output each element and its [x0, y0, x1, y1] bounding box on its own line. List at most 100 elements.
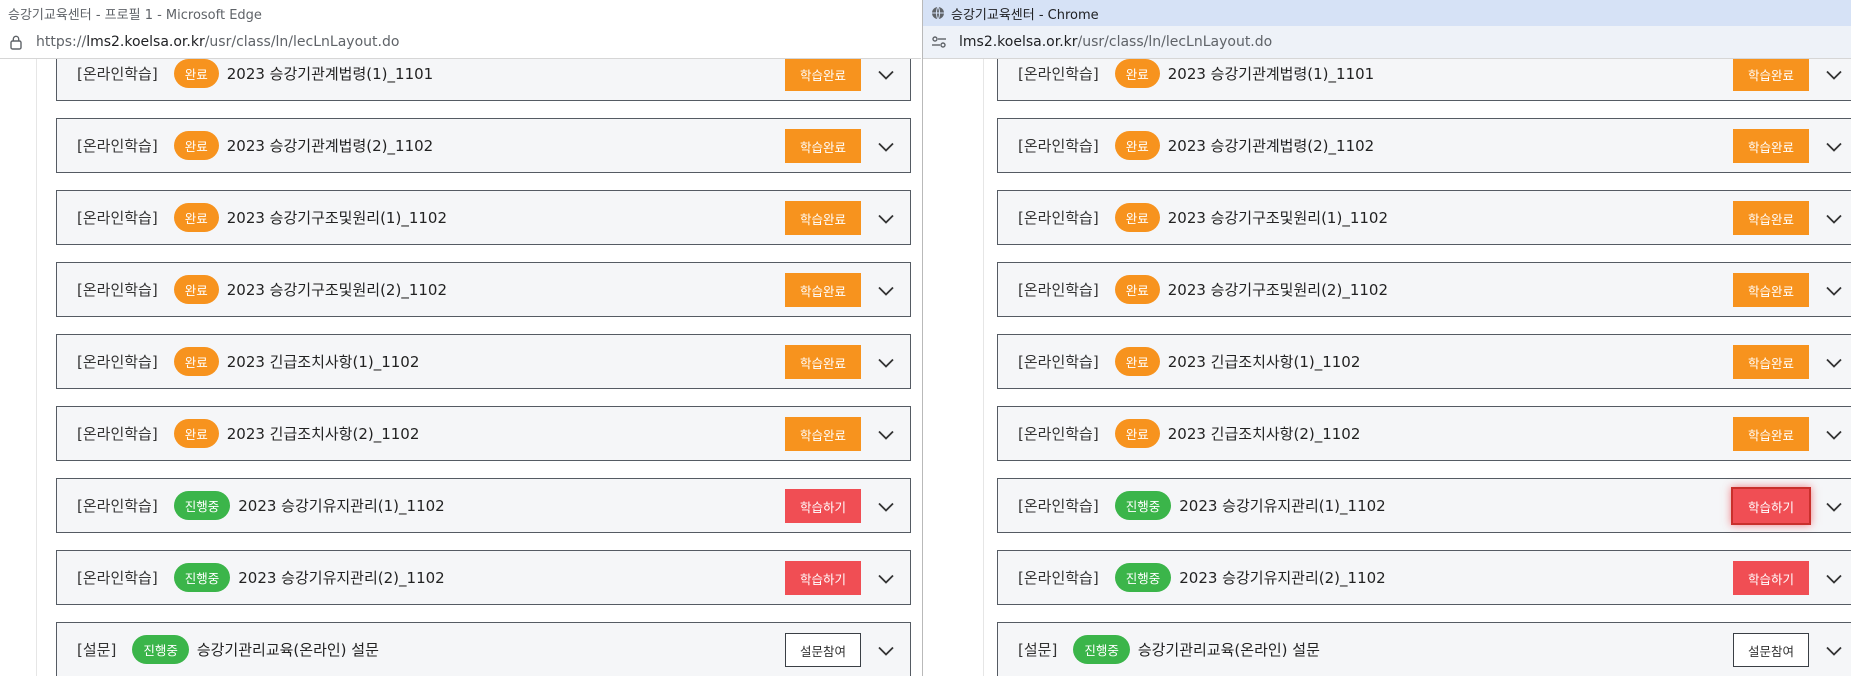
course-category: [온라인학습]	[1018, 497, 1099, 515]
course-row[interactable]: [설문] 진행중 승강기관리교육(온라인) 설문 설문참여	[56, 622, 911, 676]
course-title[interactable]: 2023 승강기유지관리(1)_1102	[1179, 495, 1385, 516]
course-action-button[interactable]: 학습완료	[1733, 201, 1809, 235]
course-title[interactable]: 2023 승강기유지관리(1)_1102	[238, 495, 444, 516]
course-action-button[interactable]: 학습하기	[1733, 561, 1809, 595]
globe-icon	[931, 6, 945, 20]
course-action-button[interactable]: 학습완료	[785, 345, 861, 379]
chrome-address-bar[interactable]: lms2.koelsa.or.kr/usr/class/ln/lecLnLayo…	[923, 26, 1851, 59]
course-title[interactable]: 2023 승강기관계법령(2)_1102	[1168, 135, 1374, 156]
course-row[interactable]: [온라인학습] 완료 2023 승강기관계법령(1)_1101 학습완료	[997, 59, 1851, 101]
page-divider	[983, 59, 984, 676]
course-action-button[interactable]: 학습완료	[1733, 59, 1809, 91]
lock-icon[interactable]	[8, 34, 24, 50]
course-category: [온라인학습]	[1018, 137, 1099, 155]
course-title[interactable]: 2023 긴급조치사항(1)_1102	[227, 351, 420, 372]
course-title[interactable]: 2023 승강기관계법령(1)_1101	[1168, 63, 1374, 84]
status-badge: 진행중	[132, 635, 189, 664]
chevron-down-icon[interactable]	[876, 209, 896, 229]
course-title[interactable]: 2023 승강기유지관리(2)_1102	[1179, 567, 1385, 588]
status-badge: 진행중	[1114, 563, 1172, 592]
chevron-down-icon[interactable]	[876, 65, 896, 85]
course-title[interactable]: 승강기관리교육(온라인) 설문	[1138, 639, 1320, 660]
status-badge: 완료	[1114, 347, 1160, 376]
course-category: [온라인학습]	[1018, 569, 1099, 587]
course-category: [온라인학습]	[1018, 281, 1099, 299]
chevron-down-icon[interactable]	[1824, 65, 1844, 85]
course-category: [온라인학습]	[77, 425, 158, 443]
course-action-button[interactable]: 학습완료	[1733, 417, 1809, 451]
chevron-down-icon[interactable]	[1824, 137, 1844, 157]
course-title[interactable]: 2023 승강기관계법령(1)_1101	[227, 63, 433, 84]
course-row[interactable]: [온라인학습] 진행중 2023 승강기유지관리(1)_1102 학습하기	[56, 478, 911, 533]
edge-window: 승강기교육센터 - 프로필 1 - Microsoft Edge https:/…	[0, 0, 921, 676]
course-action-button[interactable]: 학습하기	[785, 489, 861, 523]
course-category: [설문]	[77, 641, 117, 659]
status-badge: 진행중	[1073, 635, 1130, 664]
course-title[interactable]: 승강기관리교육(온라인) 설문	[197, 639, 379, 660]
status-badge: 완료	[173, 419, 219, 448]
chevron-down-icon[interactable]	[876, 425, 896, 445]
course-row[interactable]: [온라인학습] 완료 2023 긴급조치사항(2)_1102 학습완료	[997, 406, 1851, 461]
course-action-button[interactable]: 학습완료	[785, 417, 861, 451]
course-action-button[interactable]: 학습완료	[1733, 345, 1809, 379]
edge-address-bar[interactable]: https://lms2.koelsa.or.kr/usr/class/ln/l…	[0, 26, 921, 59]
chevron-down-icon[interactable]	[1824, 497, 1844, 517]
url-text[interactable]: https://lms2.koelsa.or.kr/usr/class/ln/l…	[36, 34, 399, 50]
course-row[interactable]: [온라인학습] 진행중 2023 승강기유지관리(1)_1102 학습하기	[997, 478, 1851, 533]
chevron-down-icon[interactable]	[1824, 353, 1844, 373]
course-title[interactable]: 2023 승강기구조및원리(1)_1102	[227, 207, 447, 228]
course-title[interactable]: 2023 승강기구조및원리(2)_1102	[1168, 279, 1388, 300]
chevron-down-icon[interactable]	[1824, 209, 1844, 229]
course-action-button[interactable]: 학습완료	[1733, 273, 1809, 307]
course-title[interactable]: 2023 승강기유지관리(2)_1102	[238, 567, 444, 588]
chevron-down-icon[interactable]	[876, 569, 896, 589]
course-action-button[interactable]: 학습완료	[1733, 129, 1809, 163]
course-row[interactable]: [온라인학습] 완료 2023 긴급조치사항(2)_1102 학습완료	[56, 406, 911, 461]
chevron-down-icon[interactable]	[876, 353, 896, 373]
course-row[interactable]: [온라인학습] 진행중 2023 승강기유지관리(2)_1102 학습하기	[56, 550, 911, 605]
course-action-button[interactable]: 설문참여	[785, 633, 861, 667]
status-badge: 완료	[1114, 131, 1160, 160]
course-row[interactable]: [온라인학습] 완료 2023 승강기관계법령(2)_1102 학습완료	[56, 118, 911, 173]
course-action-button[interactable]: 학습완료	[785, 129, 861, 163]
chevron-down-icon[interactable]	[876, 641, 896, 661]
course-row[interactable]: [온라인학습] 완료 2023 승강기관계법령(2)_1102 학습완료	[997, 118, 1851, 173]
site-settings-icon[interactable]	[931, 34, 947, 50]
course-title[interactable]: 2023 승강기구조및원리(1)_1102	[1168, 207, 1388, 228]
course-title[interactable]: 2023 승강기구조및원리(2)_1102	[227, 279, 447, 300]
chevron-down-icon[interactable]	[876, 137, 896, 157]
course-row[interactable]: [온라인학습] 완료 2023 승강기구조및원리(2)_1102 학습완료	[56, 262, 911, 317]
chevron-down-icon[interactable]	[1824, 641, 1844, 661]
status-badge: 완료	[1114, 203, 1160, 232]
course-category: [설문]	[1018, 641, 1058, 659]
url-text[interactable]: lms2.koelsa.or.kr/usr/class/ln/lecLnLayo…	[959, 34, 1272, 50]
chevron-down-icon[interactable]	[1824, 569, 1844, 589]
course-row[interactable]: [온라인학습] 완료 2023 승강기구조및원리(1)_1102 학습완료	[997, 190, 1851, 245]
course-action-button[interactable]: 설문참여	[1733, 633, 1809, 667]
course-title[interactable]: 2023 긴급조치사항(1)_1102	[1168, 351, 1361, 372]
course-row[interactable]: [온라인학습] 완료 2023 승강기관계법령(1)_1101 학습완료	[56, 59, 911, 101]
chevron-down-icon[interactable]	[1824, 425, 1844, 445]
chrome-page-content: [온라인학습] 완료 2023 승강기관계법령(1)_1101 학습완료 [온라…	[923, 59, 1851, 676]
course-action-button[interactable]: 학습완료	[785, 201, 861, 235]
chevron-down-icon[interactable]	[1824, 281, 1844, 301]
status-badge: 완료	[173, 131, 219, 160]
chevron-down-icon[interactable]	[876, 497, 896, 517]
course-title[interactable]: 2023 긴급조치사항(2)_1102	[227, 423, 420, 444]
course-action-button[interactable]: 학습하기	[785, 561, 861, 595]
course-action-button[interactable]: 학습완료	[785, 59, 861, 91]
course-row[interactable]: [설문] 진행중 승강기관리교육(온라인) 설문 설문참여	[997, 622, 1851, 676]
course-category: [온라인학습]	[1018, 209, 1099, 227]
course-list: [온라인학습] 완료 2023 승강기관계법령(1)_1101 학습완료 [온라…	[997, 59, 1851, 676]
course-category: [온라인학습]	[77, 569, 158, 587]
course-title[interactable]: 2023 승강기관계법령(2)_1102	[227, 135, 433, 156]
course-action-button[interactable]: 학습완료	[785, 273, 861, 307]
course-row[interactable]: [온라인학습] 완료 2023 승강기구조및원리(1)_1102 학습완료	[56, 190, 911, 245]
course-row[interactable]: [온라인학습] 완료 2023 긴급조치사항(1)_1102 학습완료	[56, 334, 911, 389]
course-row[interactable]: [온라인학습] 진행중 2023 승강기유지관리(2)_1102 학습하기	[997, 550, 1851, 605]
chevron-down-icon[interactable]	[876, 281, 896, 301]
course-title[interactable]: 2023 긴급조치사항(2)_1102	[1168, 423, 1361, 444]
course-row[interactable]: [온라인학습] 완료 2023 긴급조치사항(1)_1102 학습완료	[997, 334, 1851, 389]
course-action-button[interactable]: 학습하기	[1733, 489, 1809, 523]
course-row[interactable]: [온라인학습] 완료 2023 승강기구조및원리(2)_1102 학습완료	[997, 262, 1851, 317]
